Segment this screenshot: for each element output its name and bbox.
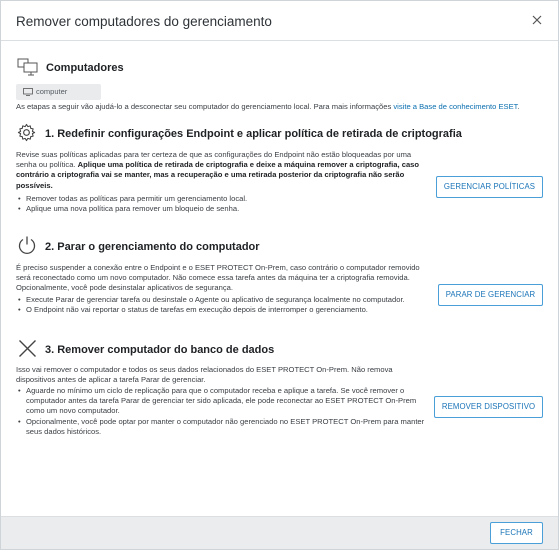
list-item: O Endpoint não vai reportar o status de … <box>16 305 441 315</box>
step2-text: É preciso suspender a conexão entre o En… <box>16 263 420 293</box>
manage-policies-button[interactable]: GERENCIAR POLÍTICAS <box>436 176 543 198</box>
step3-text: Isso vai remover o computador e todos os… <box>16 365 393 385</box>
step3-heading: 3. Remover computador do banco de dados <box>45 344 275 356</box>
step1-text: Revise suas políticas aplicadas para ter… <box>16 150 426 191</box>
list-item: Aplique uma nova política para remover u… <box>16 204 426 214</box>
dialog-header: Remover computadores do gerenciamento <box>1 1 558 41</box>
list-item: Opcionalmente, você pode optar por mante… <box>16 417 431 437</box>
step2-heading: 2. Parar o gerenciamento do computador <box>45 241 260 253</box>
gear-icon <box>17 123 36 142</box>
step1-heading: 1. Redefinir configurações Endpoint e ap… <box>45 128 462 140</box>
monitor-icon <box>23 88 33 96</box>
intro-end: . <box>517 102 520 111</box>
power-icon <box>18 236 36 254</box>
computer-chip-label: computer <box>36 87 68 96</box>
step2-bullets: Execute Parar de gerenciar tarefa ou des… <box>16 295 441 316</box>
list-item: Aguarde no mínimo um ciclo de replicação… <box>16 386 431 417</box>
computers-heading: Computadores <box>46 62 124 74</box>
remove-device-button[interactable]: REMOVER DISPOSITIVO <box>434 396 543 418</box>
step1-bullets: Remover todas as políticas para permitir… <box>16 194 426 215</box>
remove-x-icon <box>19 340 36 357</box>
intro-text: As etapas a seguir vão ajudá-lo a descon… <box>16 102 394 111</box>
dialog-footer: FECHAR <box>1 516 558 549</box>
computers-intro: As etapas a seguir vão ajudá-lo a descon… <box>16 102 541 112</box>
computer-chip: computer <box>16 84 101 100</box>
close-icon[interactable] <box>530 13 544 27</box>
list-item: Execute Parar de gerenciar tarefa ou des… <box>16 295 441 305</box>
dialog-body: Computadores computer As etapas a seguir… <box>1 42 558 516</box>
dialog-title: Remover computadores do gerenciamento <box>16 14 272 29</box>
knowledge-base-link[interactable]: visite a Base de conhecimento ESET <box>393 102 517 111</box>
close-button[interactable]: FECHAR <box>490 522 543 544</box>
list-item: Remover todas as políticas para permitir… <box>16 194 426 204</box>
step3-bullets: Aguarde no mínimo um ciclo de replicação… <box>16 386 431 437</box>
stop-managing-button[interactable]: PARAR DE GERENCIAR <box>438 284 543 306</box>
remove-computers-dialog: Remover computadores do gerenciamento Co… <box>0 0 559 550</box>
computers-icon <box>17 58 38 76</box>
